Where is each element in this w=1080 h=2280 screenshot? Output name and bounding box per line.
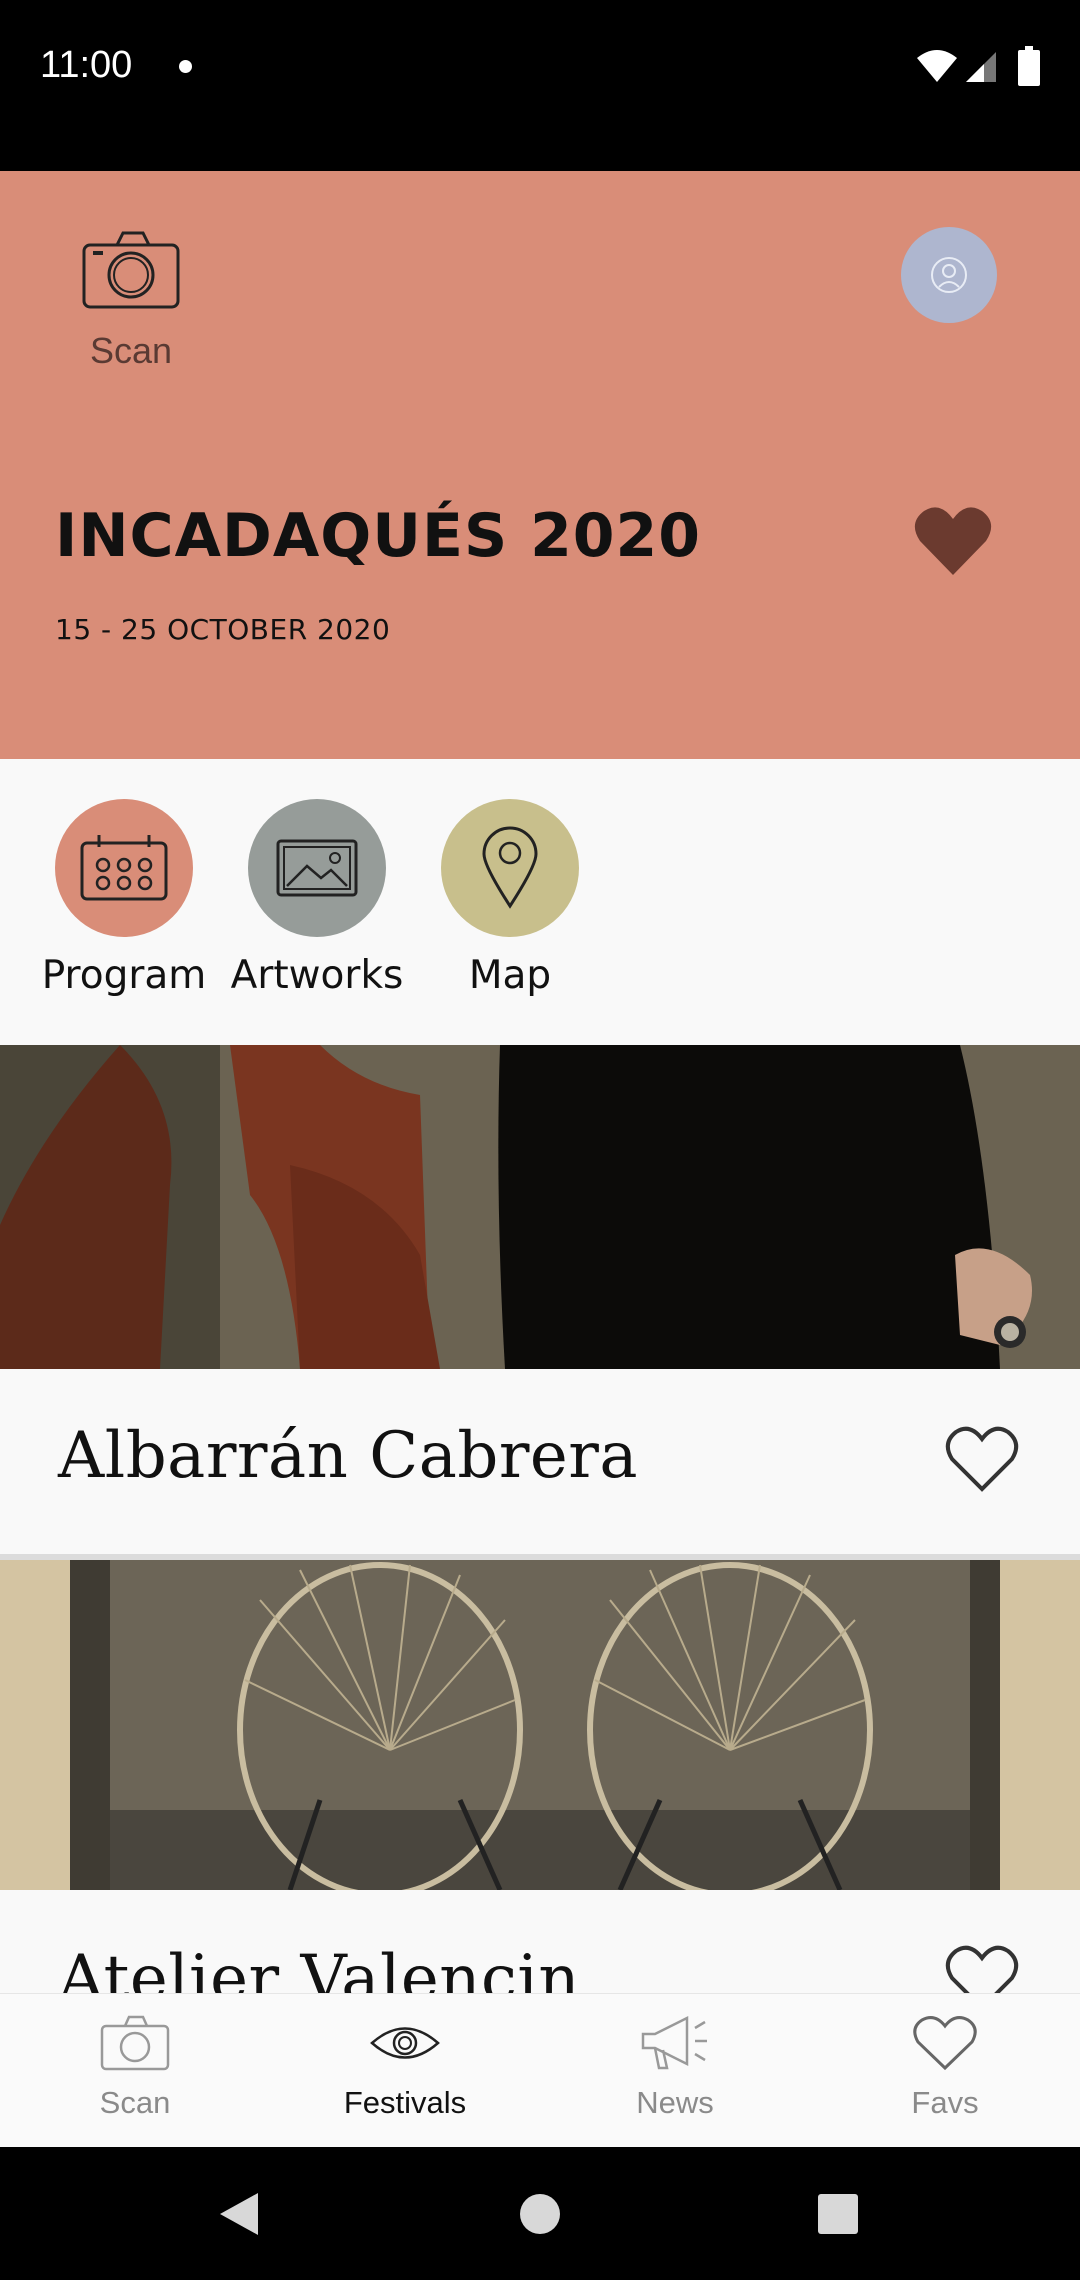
quick-actions: Program Artworks Map — [0, 759, 1080, 1045]
map-circle — [441, 799, 579, 937]
festival-title: INCADAQUÉS 2020 — [55, 501, 702, 571]
nav-favs-label: Favs — [911, 2085, 979, 2120]
system-navigation-bar — [0, 2147, 1080, 2280]
camera-icon — [100, 2015, 170, 2071]
artworks-label: Artworks — [230, 953, 404, 998]
scan-label: Scan — [89, 330, 173, 371]
nav-news-label: News — [636, 2085, 714, 2120]
heart-icon — [913, 2016, 977, 2071]
battery-icon — [1018, 46, 1040, 86]
map-label: Map — [468, 953, 552, 998]
recents-icon[interactable] — [818, 2194, 858, 2234]
megaphone-icon — [641, 2015, 707, 2070]
heart-outline-icon[interactable] — [944, 1423, 1020, 1493]
nav-scan[interactable]: Scan — [0, 2014, 270, 2121]
eye-icon — [370, 2027, 440, 2059]
artworks-button[interactable]: Artworks — [222, 799, 412, 998]
status-time: 11:00 — [40, 44, 133, 86]
nav-news[interactable]: News — [540, 2014, 810, 2121]
cell-signal-icon — [966, 52, 996, 82]
calendar-icon — [80, 835, 168, 901]
back-icon[interactable] — [218, 2191, 260, 2237]
map-button[interactable]: Map — [415, 799, 605, 998]
card-title: Atelier Valencin — [58, 1942, 581, 1993]
camera-icon — [82, 231, 180, 309]
festival-dates: 15 - 25 OCTOBER 2020 — [55, 613, 391, 646]
program-button[interactable]: Program — [29, 799, 219, 998]
artist-photo — [0, 1560, 1080, 1890]
bottom-navigation: Scan Festivals News Favs — [0, 1993, 1080, 2148]
nav-festivals-label: Festivals — [343, 2085, 467, 2120]
artist-card-image[interactable] — [0, 1045, 1080, 1369]
status-bar: 11:00 — [0, 0, 1080, 171]
user-icon — [931, 257, 967, 293]
program-circle — [55, 799, 193, 937]
heart-outline-icon[interactable] — [944, 1942, 1020, 1993]
artist-card[interactable]: Albarrán Cabrera — [0, 1369, 1080, 1554]
notification-dot-icon — [179, 60, 192, 73]
scan-shortcut[interactable]: Scan — [78, 229, 184, 372]
card-title: Albarrán Cabrera — [58, 1419, 639, 1493]
artist-photo — [0, 1045, 1080, 1369]
map-pin-icon — [482, 826, 538, 909]
image-icon — [276, 839, 358, 897]
favorite-heart-icon[interactable] — [914, 505, 992, 577]
profile-avatar[interactable] — [901, 227, 997, 323]
program-label: Program — [41, 953, 207, 998]
home-icon[interactable] — [519, 2193, 561, 2235]
nav-festivals[interactable]: Festivals — [270, 2014, 540, 2121]
wifi-icon — [917, 50, 957, 82]
nav-scan-label: Scan — [99, 2085, 171, 2120]
artworks-circle — [248, 799, 386, 937]
festival-header: Scan INCADAQUÉS 2020 15 - 25 OCTOBER 202… — [0, 171, 1080, 759]
artist-card-image[interactable] — [0, 1560, 1080, 1890]
nav-favs[interactable]: Favs — [810, 2014, 1080, 2121]
artist-card[interactable]: Atelier Valencin — [0, 1890, 1080, 1993]
